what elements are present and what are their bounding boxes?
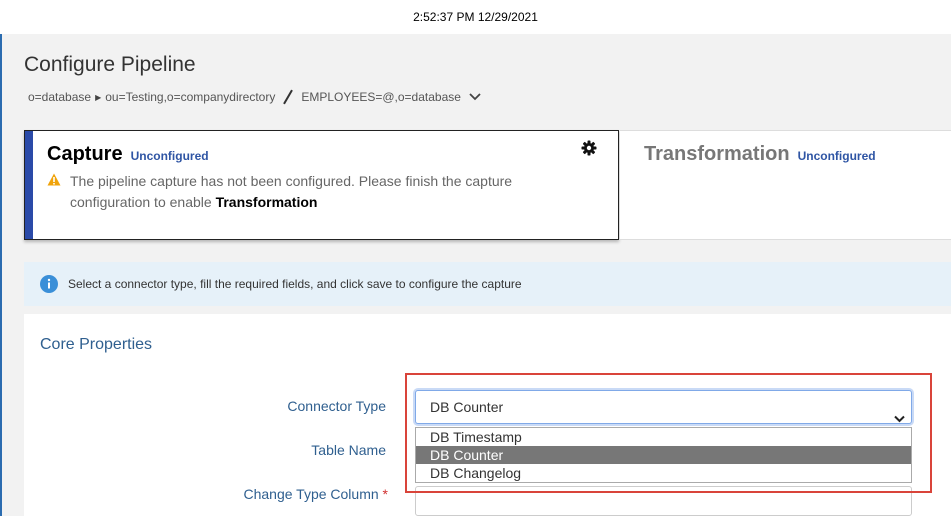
capture-card-title: Capture Unconfigured: [47, 143, 209, 166]
capture-message-bold: Transformation: [215, 194, 318, 210]
transformation-card-title: Transformation Unconfigured: [644, 143, 876, 166]
info-text: Select a connector type, fill the requir…: [68, 277, 522, 291]
breadcrumb: o=database ▶ ou=Testing,o=companydirecto…: [28, 89, 481, 105]
highlight-annotation-box: [405, 373, 932, 493]
system-clock: 2:52:37 PM 12/29/2021: [0, 0, 951, 34]
breadcrumb-item-database[interactable]: o=database: [28, 90, 91, 104]
table-name-label: Table Name: [311, 442, 386, 458]
breadcrumb-slash: [283, 89, 294, 105]
page-title: Configure Pipeline: [24, 53, 196, 76]
transformation-card[interactable]: Transformation Unconfigured: [620, 130, 951, 240]
gear-icon[interactable]: [581, 140, 597, 161]
transformation-status-badge: Unconfigured: [797, 149, 876, 163]
capture-status-message: The pipeline capture has not been config…: [70, 171, 540, 213]
caret-right-icon: ▶: [95, 92, 102, 102]
change-type-column-text: Change Type Column: [243, 486, 379, 502]
core-properties-heading: Core Properties: [40, 336, 153, 353]
transformation-title: Transformation: [644, 143, 790, 165]
warning-icon: [47, 173, 61, 191]
capture-title: Capture: [47, 143, 123, 165]
required-asterisk: *: [382, 486, 388, 502]
info-icon: [40, 275, 58, 293]
info-banner: Select a connector type, fill the requir…: [24, 262, 951, 306]
connector-type-label: Connector Type: [287, 398, 386, 414]
change-type-column-label: Change Type Column *: [204, 486, 388, 502]
active-card-bar: [25, 131, 33, 239]
breadcrumb-item-companydirectory[interactable]: ou=Testing,o=companydirectory: [105, 90, 275, 104]
breadcrumb-item-employees[interactable]: EMPLOYEES=@,o=database: [301, 90, 461, 104]
chevron-down-icon[interactable]: [469, 93, 481, 101]
capture-status-badge: Unconfigured: [130, 149, 209, 163]
capture-card[interactable]: Capture Unconfigured The pipeline capture…: [24, 130, 619, 240]
